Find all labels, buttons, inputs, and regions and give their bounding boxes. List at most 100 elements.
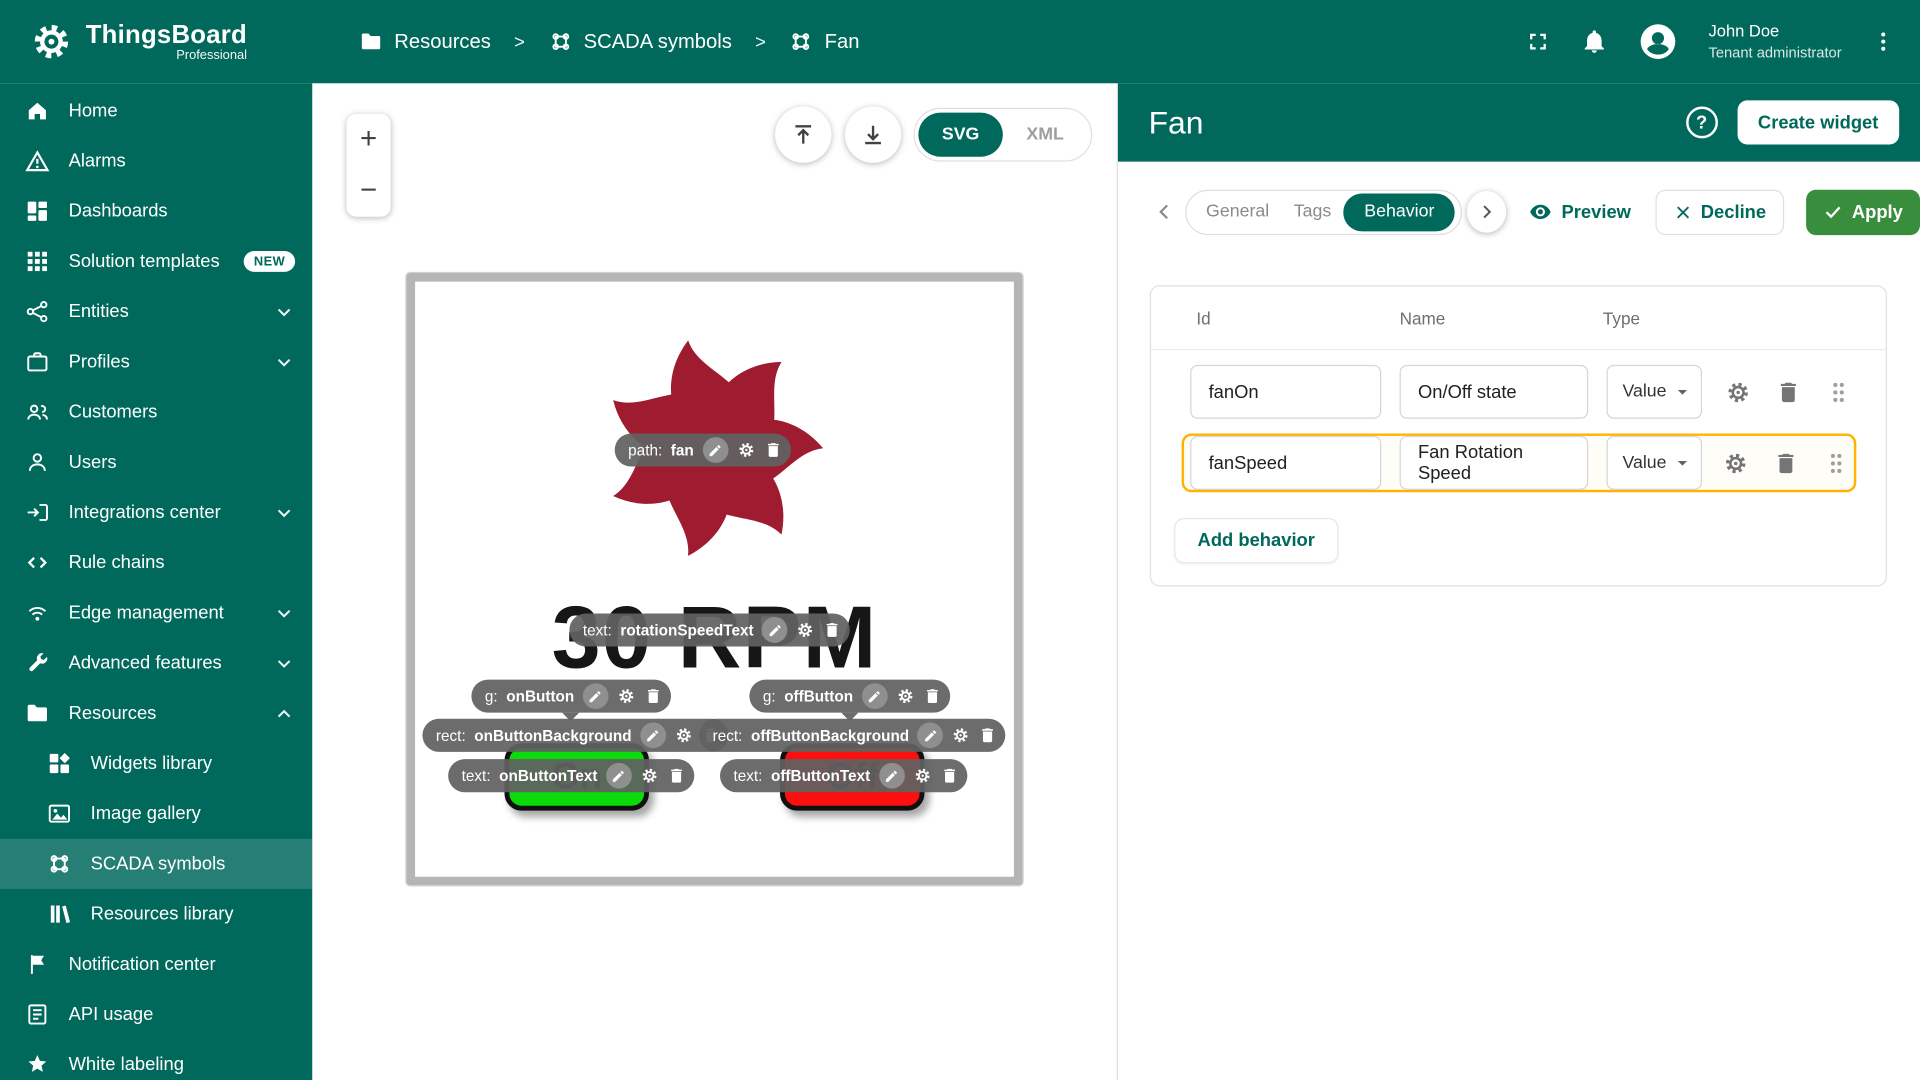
breadcrumb-item-fan[interactable]: Fan: [789, 29, 859, 53]
element-tag-onbuttontext[interactable]: text onButtonText: [448, 759, 695, 793]
tag-edit-button[interactable]: [582, 683, 609, 709]
tag-delete-button[interactable]: [644, 687, 662, 705]
tag-settings-button[interactable]: [674, 726, 692, 744]
tag-settings-button[interactable]: [796, 621, 814, 639]
zoom-out-button[interactable]: −: [350, 171, 387, 210]
sidebar-item-label: White labeling: [68, 1054, 184, 1076]
apply-button[interactable]: Apply: [1806, 189, 1920, 235]
toggle-svg[interactable]: SVG: [918, 112, 1003, 157]
flag-icon: [24, 951, 50, 977]
sidebar-item-advanced-features[interactable]: Advanced features: [0, 638, 312, 688]
app-logo[interactable]: ThingsBoard Professional: [0, 20, 312, 64]
sidebar-item-alarms[interactable]: Alarms: [0, 136, 312, 186]
sidebar-item-dashboards[interactable]: Dashboards: [0, 186, 312, 236]
sidebar-item-widgets-library[interactable]: Widgets library: [0, 738, 312, 788]
tag-edit-button[interactable]: [861, 683, 888, 709]
tag-delete-button[interactable]: [940, 767, 958, 785]
row-settings-button[interactable]: [1725, 379, 1751, 405]
sidebar-item-white-labeling[interactable]: White labeling: [0, 1040, 312, 1080]
tabs-scroll-right-button[interactable]: [1466, 191, 1507, 233]
zoom-in-button[interactable]: +: [350, 120, 387, 159]
more-menu-button[interactable]: [1871, 29, 1895, 53]
tab-general[interactable]: General: [1194, 193, 1282, 231]
download-button[interactable]: [844, 106, 902, 163]
fullscreen-button[interactable]: [1525, 28, 1552, 55]
sidebar-item-resources[interactable]: Resources: [0, 688, 312, 738]
chevron-down-icon: [1671, 452, 1693, 474]
tag-settings-button[interactable]: [617, 687, 635, 705]
create-widget-button[interactable]: Create widget: [1737, 100, 1900, 145]
tag-delete-button[interactable]: [764, 441, 782, 459]
drag-handle[interactable]: [1826, 379, 1852, 405]
sidebar-item-edge-management[interactable]: Edge management: [0, 588, 312, 638]
folder-icon: [359, 29, 383, 53]
tag-edit-button[interactable]: [640, 722, 666, 749]
toggle-xml[interactable]: XML: [1003, 113, 1087, 157]
sidebar-item-entities[interactable]: Entities: [0, 287, 312, 337]
tag-settings-button[interactable]: [913, 767, 931, 785]
tag-edit-button[interactable]: [702, 437, 729, 463]
behavior-id-input[interactable]: fanSpeed: [1190, 435, 1382, 490]
tag-edit-button[interactable]: [917, 722, 944, 749]
sidebar-item-resources-library[interactable]: Resources library: [0, 889, 312, 939]
sidebar-item-scada-symbols[interactable]: SCADA symbols: [0, 838, 313, 889]
breadcrumb-item-scada-symbols[interactable]: SCADA symbols: [548, 29, 732, 53]
upload-button[interactable]: [775, 106, 832, 163]
element-tag-offbuttonbackground[interactable]: rect offButtonBackground: [699, 718, 1006, 752]
behavior-type-select[interactable]: Value: [1606, 364, 1703, 419]
help-button[interactable]: ?: [1685, 106, 1718, 139]
element-tag-offbuttontext[interactable]: text offButtonText: [720, 759, 967, 793]
behavior-name-input[interactable]: On/Off state: [1399, 364, 1589, 419]
sidebar-item-customers[interactable]: Customers: [0, 387, 312, 437]
sidebar-item-image-gallery[interactable]: Image gallery: [0, 789, 312, 839]
sidebar-item-profiles[interactable]: Profiles: [0, 337, 312, 387]
preview-button[interactable]: Preview: [1528, 200, 1631, 224]
element-tag-onbutton[interactable]: g onButton: [471, 679, 671, 722]
sidebar-item-rule-chains[interactable]: Rule chains: [0, 538, 312, 588]
element-tag-fan[interactable]: pathfan: [614, 433, 791, 467]
check-icon: [1824, 202, 1844, 222]
row-settings-button[interactable]: [1723, 450, 1749, 476]
tab-behavior[interactable]: Behavior: [1343, 192, 1456, 231]
drag-handle[interactable]: [1823, 450, 1849, 476]
decline-button[interactable]: Decline: [1655, 189, 1785, 235]
element-tag-onbuttonbackground[interactable]: rect onButtonBackground: [422, 718, 729, 752]
breadcrumb-item-resources[interactable]: Resources: [359, 29, 491, 53]
notifications-button[interactable]: [1581, 28, 1608, 55]
element-tag-rotationspeedtext[interactable]: text rotationSpeedText: [569, 613, 851, 647]
add-behavior-button[interactable]: Add behavior: [1174, 517, 1339, 564]
user-icon: [24, 449, 50, 475]
tag-settings-button[interactable]: [896, 687, 914, 705]
tag-delete-button[interactable]: [979, 726, 997, 744]
tag-edit-button[interactable]: [606, 762, 632, 789]
tag-delete-button[interactable]: [923, 687, 941, 705]
behavior-id-input[interactable]: fanOn: [1190, 364, 1382, 419]
element-tag-offbutton[interactable]: g offButton: [749, 679, 950, 722]
folder-icon: [24, 700, 50, 726]
behavior-row-fanon[interactable]: fanOn On/Off state Value: [1151, 362, 1886, 421]
sidebar-item-api-usage[interactable]: API usage: [0, 989, 312, 1039]
sidebar-item-home[interactable]: Home: [0, 86, 312, 136]
sidebar-item-notification-center[interactable]: Notification center: [0, 939, 312, 989]
tag-element-name: rotationSpeedText: [620, 621, 754, 639]
user-avatar[interactable]: [1637, 21, 1679, 63]
user-role: Tenant administrator: [1708, 44, 1842, 62]
behavior-type-select[interactable]: Value: [1606, 435, 1703, 490]
tabs-scroll-left-button[interactable]: [1152, 200, 1175, 224]
sidebar-item-solution-templates[interactable]: Solution templates NEW: [0, 236, 312, 286]
tag-settings-button[interactable]: [952, 726, 970, 744]
row-delete-button[interactable]: [1776, 379, 1802, 405]
behavior-name-input[interactable]: Fan Rotation Speed: [1399, 435, 1589, 490]
tag-edit-button[interactable]: [878, 762, 905, 789]
tag-edit-button[interactable]: [762, 617, 788, 643]
tab-tags[interactable]: Tags: [1281, 193, 1343, 231]
upload-icon: [790, 121, 817, 148]
row-delete-button[interactable]: [1773, 450, 1799, 476]
tag-settings-button[interactable]: [737, 441, 755, 459]
behavior-row-fanspeed[interactable]: fanSpeed Fan Rotation Speed Value: [1181, 433, 1857, 493]
sidebar-item-integrations-center[interactable]: Integrations center: [0, 487, 312, 537]
sidebar-item-users[interactable]: Users: [0, 437, 312, 487]
tag-settings-button[interactable]: [640, 767, 658, 785]
tag-delete-button[interactable]: [823, 621, 841, 639]
tag-delete-button[interactable]: [667, 767, 685, 785]
